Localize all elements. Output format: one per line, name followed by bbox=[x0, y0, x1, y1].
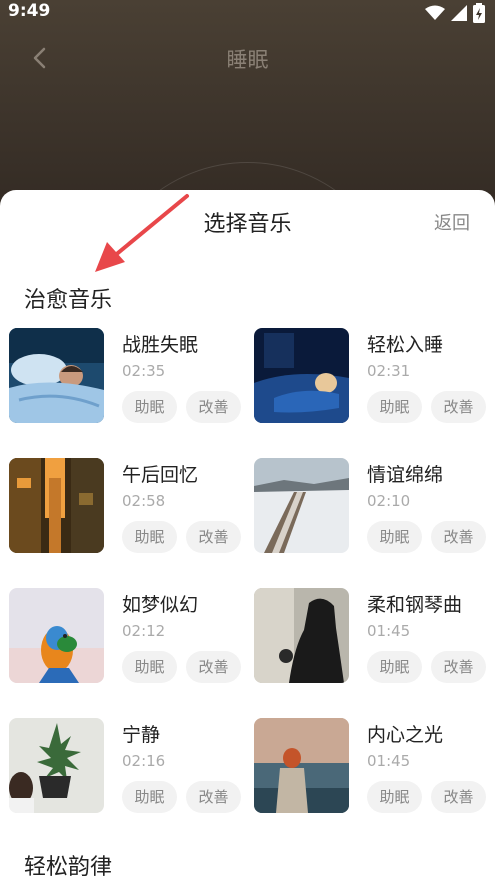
track-title: 午后回忆 bbox=[122, 464, 199, 486]
pointer-arrow-icon bbox=[95, 194, 189, 272]
track-cover bbox=[254, 718, 349, 813]
track-duration: 02:12 bbox=[122, 622, 166, 640]
track-duration: 01:45 bbox=[367, 622, 411, 640]
section-title-healing: 治愈音乐 bbox=[24, 288, 113, 313]
status-icons bbox=[425, 3, 485, 23]
tag-sleep-aid[interactable]: 助眠 bbox=[122, 391, 177, 423]
tag-improve[interactable]: 改善 bbox=[186, 521, 241, 553]
tag-sleep-aid[interactable]: 助眠 bbox=[122, 521, 177, 553]
status-bar: 9:49 bbox=[0, 0, 495, 26]
track-cover bbox=[254, 588, 349, 683]
status-time: 9:49 bbox=[8, 1, 51, 21]
track-item[interactable]: 如梦似幻 02:12 助眠 改善 bbox=[9, 588, 249, 688]
track-duration: 02:35 bbox=[122, 362, 166, 380]
close-sheet-button[interactable]: 返回 bbox=[434, 209, 470, 235]
music-picker-sheet: 选择音乐 返回 治愈音乐 战胜失眠 02:35 助眠 改善 轻松入睡 02:31… bbox=[0, 190, 495, 885]
track-cover bbox=[9, 458, 104, 553]
track-cover bbox=[9, 588, 104, 683]
track-cover bbox=[254, 458, 349, 553]
section-title-relaxing: 轻松韵律 bbox=[24, 855, 113, 880]
page-title: 睡眠 bbox=[226, 48, 269, 72]
track-duration: 02:31 bbox=[367, 362, 411, 380]
track-item[interactable]: 轻松入睡 02:31 助眠 改善 bbox=[254, 328, 494, 428]
track-title: 柔和钢琴曲 bbox=[367, 594, 463, 616]
track-item[interactable]: 柔和钢琴曲 01:45 助眠 改善 bbox=[254, 588, 494, 688]
wifi-icon bbox=[425, 5, 445, 20]
track-item[interactable]: 情谊绵绵 02:10 助眠 改善 bbox=[254, 458, 494, 558]
track-title: 轻松入睡 bbox=[367, 334, 444, 356]
track-item[interactable]: 午后回忆 02:58 助眠 改善 bbox=[9, 458, 249, 558]
track-duration: 02:10 bbox=[367, 492, 411, 510]
track-item[interactable]: 战胜失眠 02:35 助眠 改善 bbox=[9, 328, 249, 428]
track-duration: 02:58 bbox=[122, 492, 166, 510]
track-cover bbox=[9, 328, 104, 423]
tag-sleep-aid[interactable]: 助眠 bbox=[367, 651, 422, 683]
track-item[interactable]: 宁静 02:16 助眠 改善 bbox=[9, 718, 249, 818]
track-duration: 02:16 bbox=[122, 752, 166, 770]
tag-improve[interactable]: 改善 bbox=[186, 781, 241, 813]
tag-sleep-aid[interactable]: 助眠 bbox=[367, 391, 422, 423]
tag-sleep-aid[interactable]: 助眠 bbox=[122, 651, 177, 683]
track-item[interactable]: 内心之光 01:45 助眠 改善 bbox=[254, 718, 494, 818]
tag-sleep-aid[interactable]: 助眠 bbox=[367, 521, 422, 553]
battery-icon bbox=[473, 3, 485, 23]
sheet-title: 选择音乐 bbox=[203, 212, 292, 237]
tag-sleep-aid[interactable]: 助眠 bbox=[122, 781, 177, 813]
track-title: 如梦似幻 bbox=[122, 594, 199, 616]
track-title: 宁静 bbox=[122, 724, 161, 746]
tag-improve[interactable]: 改善 bbox=[186, 651, 241, 683]
track-cover bbox=[9, 718, 104, 813]
track-cover bbox=[254, 328, 349, 423]
tag-improve[interactable]: 改善 bbox=[431, 651, 486, 683]
top-nav: 睡眠 bbox=[0, 36, 495, 82]
track-title: 内心之光 bbox=[367, 724, 444, 746]
tag-improve[interactable]: 改善 bbox=[431, 521, 486, 553]
track-title: 战胜失眠 bbox=[122, 334, 199, 356]
track-duration: 01:45 bbox=[367, 752, 411, 770]
signal-icon bbox=[451, 5, 467, 21]
tag-improve[interactable]: 改善 bbox=[186, 391, 241, 423]
tag-improve[interactable]: 改善 bbox=[431, 781, 486, 813]
tag-improve[interactable]: 改善 bbox=[431, 391, 486, 423]
track-title: 情谊绵绵 bbox=[367, 464, 444, 486]
tag-sleep-aid[interactable]: 助眠 bbox=[367, 781, 422, 813]
